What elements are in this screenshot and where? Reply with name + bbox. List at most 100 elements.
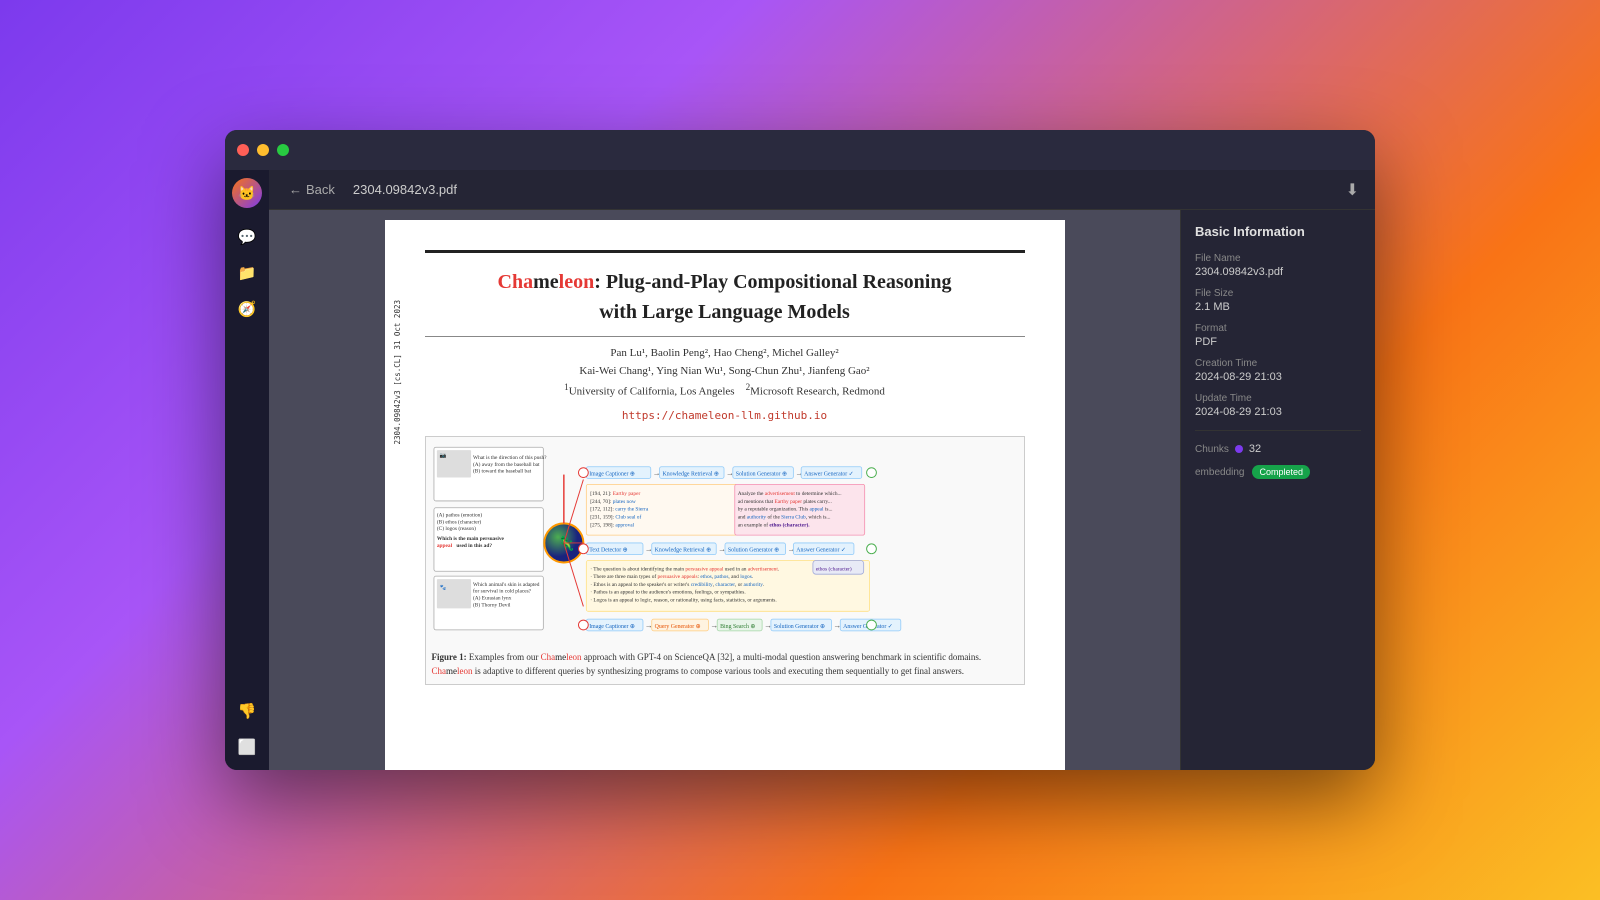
svg-text:[244, 70]: plates now: [244, 70]: plates now (590, 499, 636, 505)
svg-text:Knowledge Retrieval ⊕: Knowledge Retrieval ⊕ (654, 548, 710, 554)
close-dot[interactable] (237, 144, 249, 156)
maximize-dot[interactable] (277, 144, 289, 156)
title-bar (225, 130, 1375, 170)
info-panel-title: Basic Information (1195, 224, 1361, 239)
back-label: Back (306, 182, 335, 197)
folder-icon[interactable]: 📁 (232, 258, 262, 288)
sidebar-bottom: 👎 ⬜ (232, 696, 262, 762)
feedback-icon[interactable]: 👎 (232, 696, 262, 726)
svg-text:Knowledge Retrieval ⊕: Knowledge Retrieval ⊕ (662, 472, 718, 478)
filename-label-info: File Name (1195, 253, 1361, 264)
info-row-filename: File Name 2304.09842v3.pdf (1195, 253, 1361, 278)
svg-text:by a reputable organization. T: by a reputable organization. This appeal… (737, 507, 832, 513)
format-value: PDF (1195, 336, 1361, 348)
svg-text:Solution Generator ⊕: Solution Generator ⊕ (773, 624, 824, 630)
svg-text:Image Captioner ⊕: Image Captioner ⊕ (589, 624, 635, 630)
svg-text:Text Detector ⊕: Text Detector ⊕ (589, 548, 627, 554)
svg-text:(B) toward the baseball bat: (B) toward the baseball bat (473, 468, 532, 475)
svg-text:[172, 112]: carry the Sierra: [172, 112]: carry the Sierra (590, 507, 649, 513)
top-bar-right: ⬇ (1342, 176, 1363, 204)
embedding-label: embedding (1195, 467, 1244, 478)
chunks-label: Chunks (1195, 444, 1229, 455)
svg-text:📷: 📷 (439, 453, 446, 459)
svg-text:ethos (character): ethos (character) (815, 566, 851, 573)
filename-label: 2304.09842v3.pdf (353, 182, 457, 197)
info-panel: Basic Information File Name 2304.09842v3… (1180, 210, 1375, 770)
svg-text:(B) Thorny Devil: (B) Thorny Devil (473, 602, 511, 609)
svg-text:· There are three main types o: · There are three main types of persuasi… (590, 574, 753, 581)
svg-text:Which animal's skin is adapted: Which animal's skin is adapted (473, 582, 540, 588)
svg-text:Answer Generator ✓: Answer Generator ✓ (804, 472, 854, 478)
info-row-format: Format PDF (1195, 323, 1361, 348)
embedding-row: embedding Completed (1195, 465, 1361, 479)
download-icon[interactable]: ⬇ (1342, 176, 1363, 204)
filename-value: 2304.09842v3.pdf (1195, 266, 1361, 278)
sidebar: 🐱 💬 📁 🧭 👎 ⬜ (225, 170, 269, 770)
svg-text:(B) ethos (character): (B) ethos (character) (436, 519, 481, 526)
svg-text:Answer Generator ✓: Answer Generator ✓ (796, 548, 846, 554)
svg-text:[275, 198]: approval: [275, 198]: approval (590, 523, 634, 529)
svg-text:Solution Generator ⊕: Solution Generator ⊕ (735, 472, 786, 478)
compass-icon[interactable]: 🧭 (232, 294, 262, 324)
paper-title: Chameleon: Plug-and-Play Compositional R… (425, 269, 1025, 295)
svg-text:What is the direction of this: What is the direction of this push? (473, 454, 547, 461)
app-window: 🐱 💬 📁 🧭 👎 ⬜ ← Back 2304.09842v3.pdf ⬇ (225, 130, 1375, 770)
info-row-update: Update Time 2024-08-29 21:03 (1195, 393, 1361, 418)
update-value: 2024-08-29 21:03 (1195, 406, 1361, 418)
figure-diagram: 📷 What is the direction of this push? (A… (432, 443, 1018, 638)
chunks-value: 32 (1249, 443, 1261, 455)
update-label: Update Time (1195, 393, 1361, 404)
filesize-label: File Size (1195, 288, 1361, 299)
creation-label: Creation Time (1195, 358, 1361, 369)
svg-text:🐾: 🐾 (439, 584, 446, 591)
main-content: 2304.09842v3 [cs.CL] 31 Oct 2023 Chamele… (269, 210, 1375, 770)
chat-icon[interactable]: 💬 (232, 222, 262, 252)
arxiv-label: 2304.09842v3 [cs.CL] 31 Oct 2023 (393, 300, 402, 445)
chunks-row: Chunks 32 (1195, 443, 1361, 455)
figure-1: 📷 What is the direction of this push? (A… (425, 436, 1025, 685)
format-label: Format (1195, 323, 1361, 334)
filesize-value: 2.1 MB (1195, 301, 1361, 313)
svg-text:(A) pathos (emotion): (A) pathos (emotion) (436, 512, 481, 519)
minimize-dot[interactable] (257, 144, 269, 156)
svg-text:Bing Search ⊕: Bing Search ⊕ (720, 624, 755, 630)
title-chameleon: Chameleon (498, 271, 595, 293)
svg-text:· Pathos is an appeal to the a: · Pathos is an appeal to the audience's … (590, 589, 745, 596)
app-body: 🐱 💬 📁 🧭 👎 ⬜ ← Back 2304.09842v3.pdf ⬇ (225, 170, 1375, 770)
svg-text:· Logos is an appeal to logic,: · Logos is an appeal to logic, reason, o… (590, 597, 777, 604)
svg-text:· Ethos is an appeal to the sp: · Ethos is an appeal to the speaker's or… (590, 582, 764, 588)
svg-text:(A) Eurasian lynx: (A) Eurasian lynx (473, 595, 512, 602)
svg-text:Query Generator ⊕: Query Generator ⊕ (654, 624, 700, 630)
svg-text:Solution Generator ⊕: Solution Generator ⊕ (727, 548, 778, 554)
avatar[interactable]: 🐱 (232, 178, 262, 208)
info-row-filesize: File Size 2.1 MB (1195, 288, 1361, 313)
divider-1 (425, 336, 1025, 337)
top-rule (425, 250, 1025, 253)
expand-icon[interactable]: ⬜ (232, 732, 262, 762)
svg-text:and authority of the Sierra Cl: and authority of the Sierra Club, which … (737, 514, 830, 521)
svg-text:appeal: appeal (436, 543, 452, 549)
authors: Pan Lu¹, Baolin Peng², Hao Cheng², Miche… (425, 345, 1025, 401)
pdf-area[interactable]: 2304.09842v3 [cs.CL] 31 Oct 2023 Chamele… (269, 210, 1180, 770)
svg-text:Which is the main persuasive: Which is the main persuasive (436, 536, 504, 542)
creation-value: 2024-08-29 21:03 (1195, 371, 1361, 383)
svg-text:[194, 21]: Earthy paper: [194, 21]: Earthy paper (590, 492, 640, 498)
figure-caption: Figure 1: Examples from our Chameleon ap… (432, 651, 1018, 678)
avatar-emoji: 🐱 (238, 185, 255, 202)
info-divider (1195, 430, 1361, 431)
back-button[interactable]: ← Back (281, 178, 343, 201)
svg-text:ad mentions that Earthy paper: ad mentions that Earthy paper plates car… (737, 499, 831, 505)
paper-link[interactable]: https://chameleon-llm.github.io (425, 409, 1025, 422)
svg-text:used in this ad?: used in this ad? (456, 543, 492, 549)
svg-text:an example of ethos (character: an example of ethos (character). (737, 522, 810, 529)
svg-text:[231, 159]: Club seal of: [231, 159]: Club seal of (590, 514, 641, 521)
svg-text:Image Captioner ⊕: Image Captioner ⊕ (589, 472, 635, 478)
pdf-page: 2304.09842v3 [cs.CL] 31 Oct 2023 Chamele… (385, 220, 1065, 770)
info-row-creation: Creation Time 2024-08-29 21:03 (1195, 358, 1361, 383)
svg-text:(A) away from the baseball bat: (A) away from the baseball bat (473, 461, 540, 468)
top-bar: ← Back 2304.09842v3.pdf ⬇ (269, 170, 1375, 210)
embedding-status-badge: Completed (1252, 465, 1310, 479)
back-arrow-icon: ← (289, 182, 302, 197)
chunks-dot-icon (1235, 445, 1243, 453)
svg-text:(C) logos (reason): (C) logos (reason) (436, 526, 475, 533)
